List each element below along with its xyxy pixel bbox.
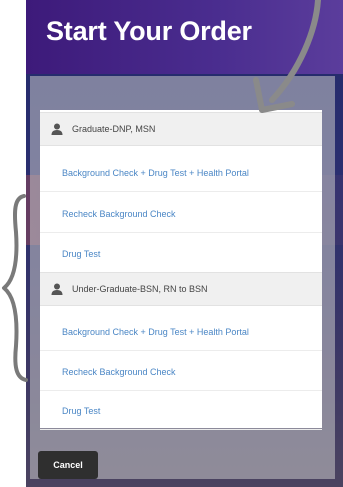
cancel-button[interactable]: Cancel — [38, 451, 98, 479]
page-title: Start Your Order — [46, 16, 252, 46]
person-icon — [51, 123, 63, 135]
option-label: Background Check + Drug Test + Health Po… — [62, 326, 249, 337]
option-recheck-background-undergraduate[interactable]: Recheck Background Check — [40, 353, 322, 391]
annotation-brace-icon — [2, 194, 28, 382]
option-background-drug-health-undergraduate[interactable]: Background Check + Drug Test + Health Po… — [40, 313, 322, 351]
option-label: Drug Test — [62, 405, 101, 416]
group-header-undergraduate: Under-Graduate-BSN, RN to BSN — [40, 272, 322, 306]
option-background-drug-health-graduate[interactable]: Background Check + Drug Test + Health Po… — [40, 154, 322, 192]
option-label: Recheck Background Check — [62, 366, 176, 377]
option-label: Drug Test — [62, 248, 101, 259]
screenshot: Start Your Order Graduate-DNP, MSN Backg… — [0, 0, 343, 487]
option-label: Recheck Background Check — [62, 208, 176, 219]
person-icon — [51, 283, 63, 295]
option-drug-test-undergraduate[interactable]: Drug Test — [40, 392, 322, 430]
option-recheck-background-graduate[interactable]: Recheck Background Check — [40, 195, 322, 233]
group-label: Under-Graduate-BSN, RN to BSN — [72, 284, 208, 294]
group-label: Graduate-DNP, MSN — [72, 124, 156, 134]
group-header-graduate: Graduate-DNP, MSN — [40, 112, 322, 146]
option-label: Background Check + Drug Test + Health Po… — [62, 167, 249, 178]
option-drug-test-graduate[interactable]: Drug Test — [40, 235, 322, 273]
